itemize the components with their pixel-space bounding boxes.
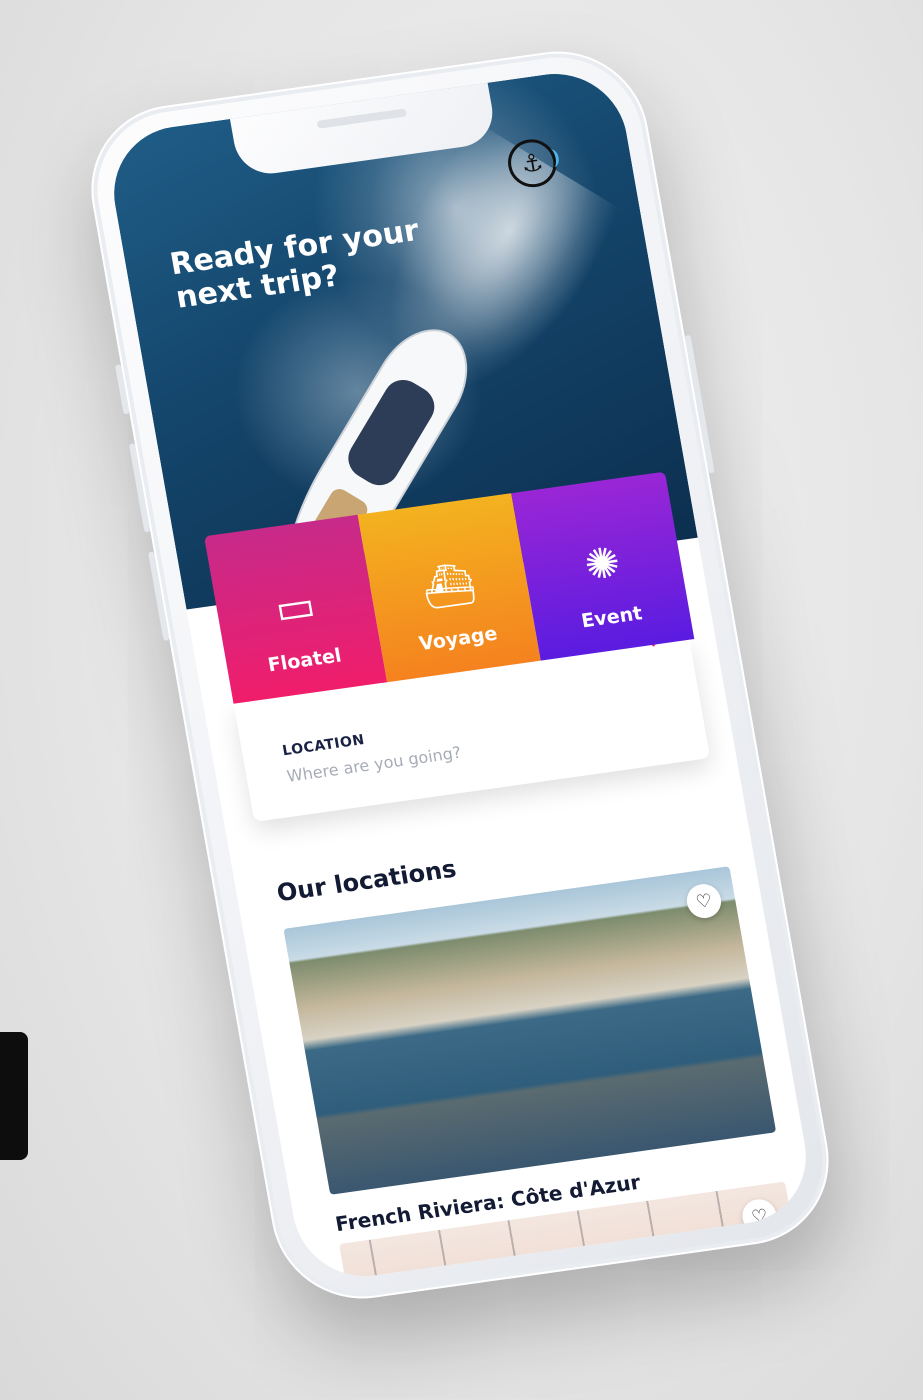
section-title: Our locations bbox=[274, 854, 459, 908]
app-screen: Ready for your next trip? ⚓ ▭ Floatel ⛴ … bbox=[103, 64, 817, 1286]
category-label: Voyage bbox=[417, 622, 499, 656]
category-floatel[interactable]: ▭ Floatel bbox=[204, 514, 388, 704]
speaker bbox=[316, 108, 408, 129]
heart-icon[interactable]: ♡ bbox=[684, 881, 724, 921]
fireworks-icon: ✺ bbox=[580, 537, 625, 591]
category-label: Floatel bbox=[266, 644, 344, 677]
ship-icon: ⛴ bbox=[418, 557, 480, 614]
category-voyage[interactable]: ⛴ Voyage bbox=[357, 493, 541, 683]
category-event[interactable]: ✺ Event bbox=[511, 471, 695, 661]
category-label: Event bbox=[579, 602, 644, 633]
background-side-tab bbox=[0, 1032, 28, 1160]
phone-mockup: Ready for your next trip? ⚓ ▭ Floatel ⛴ … bbox=[77, 40, 843, 1310]
location-photo: ♡ bbox=[283, 866, 777, 1195]
location-label: LOCATION bbox=[281, 732, 366, 760]
pillow-icon: ▭ bbox=[271, 579, 320, 634]
